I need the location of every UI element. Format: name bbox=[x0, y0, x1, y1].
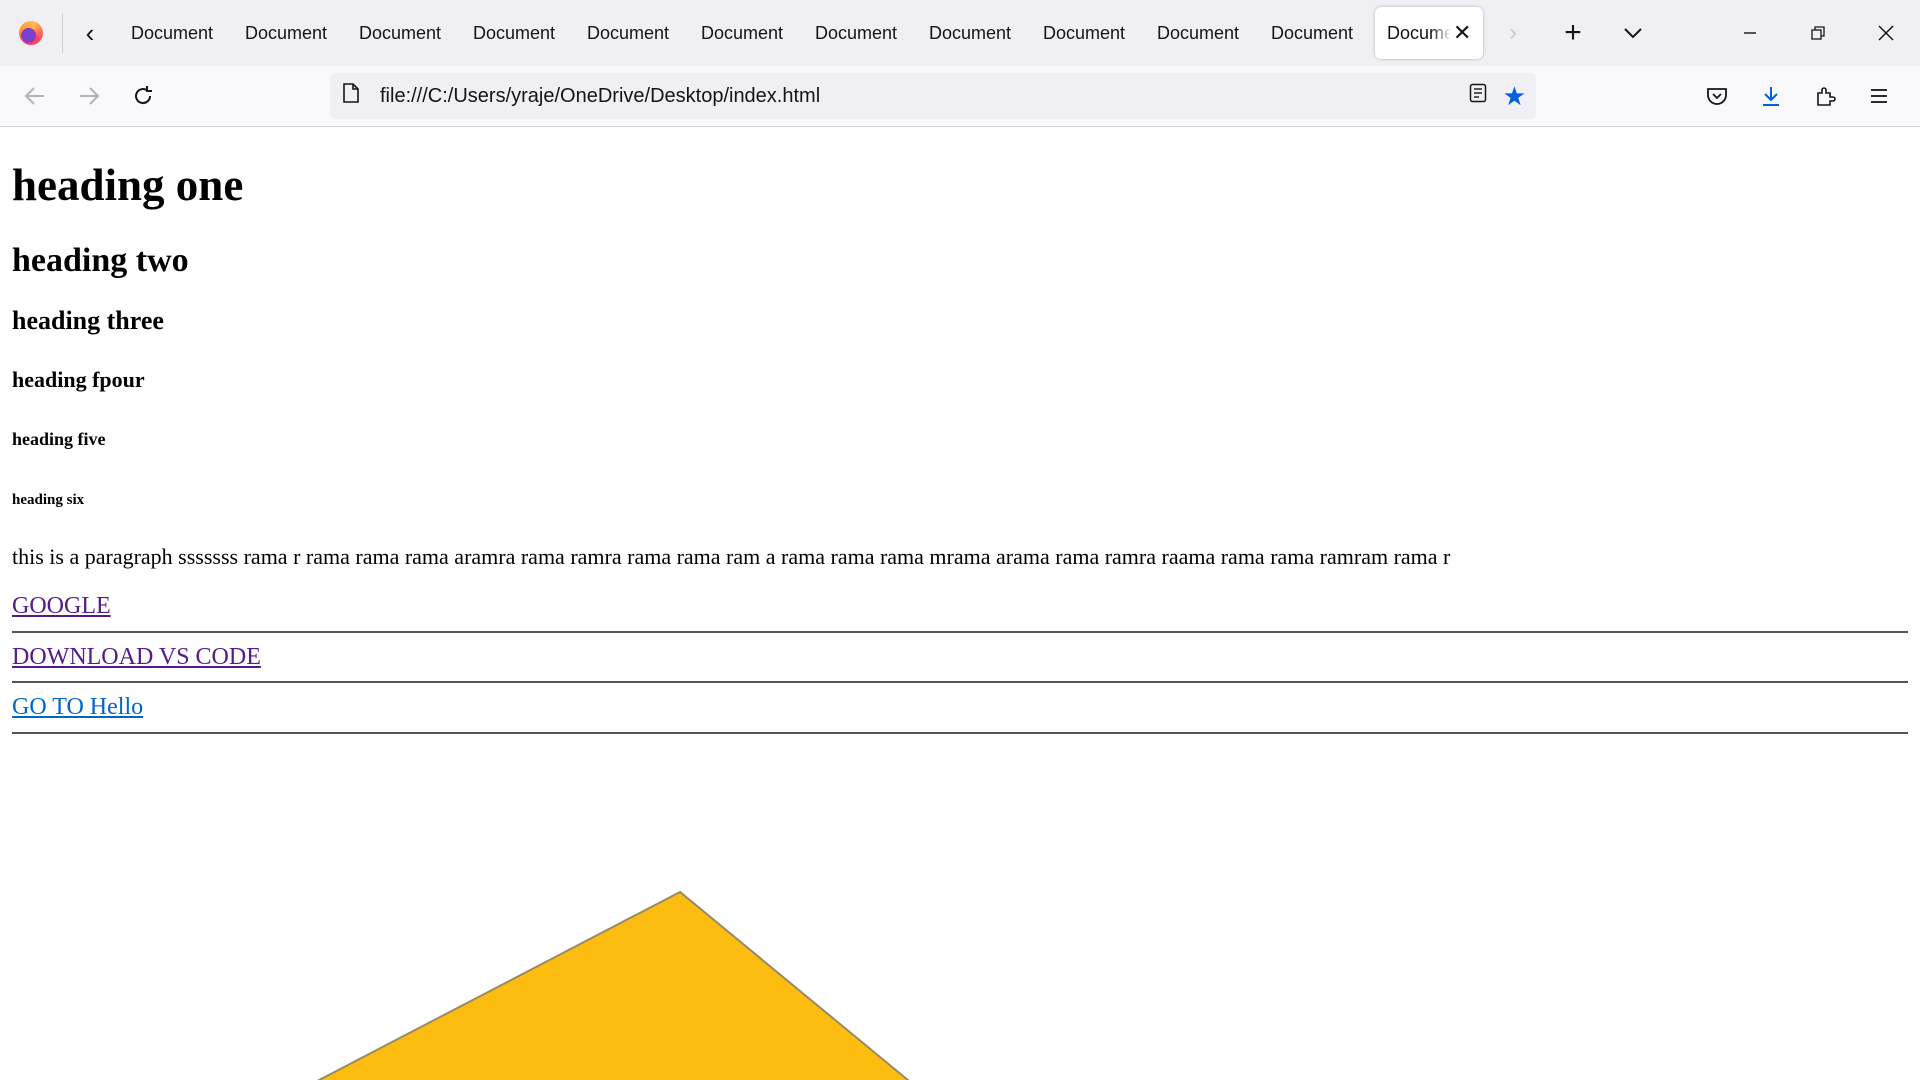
tab[interactable]: Document bbox=[231, 7, 345, 59]
divider bbox=[12, 732, 1908, 735]
page-icon bbox=[342, 83, 372, 109]
tab[interactable]: Document bbox=[687, 7, 801, 59]
close-window-button[interactable] bbox=[1852, 0, 1920, 66]
heading-one: heading one bbox=[12, 160, 244, 210]
heading-two: heading two bbox=[12, 241, 189, 279]
arrow-left-icon bbox=[24, 87, 44, 105]
minimize-button[interactable] bbox=[1716, 0, 1784, 66]
restore-button[interactable] bbox=[1784, 0, 1852, 66]
google-link[interactable]: GOOGLE bbox=[12, 593, 1908, 621]
restore-icon bbox=[1811, 26, 1825, 40]
tab[interactable]: Document bbox=[573, 7, 687, 59]
downloads-button[interactable] bbox=[1744, 66, 1798, 126]
navigation-toolbar: file:///C:/Users/yraje/OneDrive/Desktop/… bbox=[0, 66, 1920, 127]
divider bbox=[12, 630, 1908, 633]
tab-close-icon[interactable]: ✕ bbox=[1453, 20, 1471, 46]
url-text[interactable]: file:///C:/Users/yraje/OneDrive/Desktop/… bbox=[380, 85, 820, 108]
minimize-icon bbox=[1744, 32, 1756, 34]
tab[interactable]: Document bbox=[801, 7, 915, 59]
pocket-button[interactable] bbox=[1690, 66, 1744, 126]
yellow-triangle-image bbox=[317, 890, 910, 1080]
tab[interactable]: Document bbox=[345, 7, 459, 59]
reload-icon bbox=[135, 86, 152, 105]
paragraph: this is a paragraph sssssss rama r rama … bbox=[12, 543, 1451, 569]
extensions-button[interactable] bbox=[1798, 66, 1852, 126]
app-menu-button[interactable] bbox=[1852, 66, 1906, 126]
tab-title: Document bbox=[359, 22, 442, 43]
reader-view-icon[interactable] bbox=[1469, 83, 1487, 109]
tab[interactable]: Document bbox=[117, 7, 231, 59]
tab[interactable]: Document bbox=[915, 7, 1029, 59]
url-bar-actions: ★ bbox=[1469, 73, 1526, 119]
tab-title: Document bbox=[131, 22, 214, 43]
arrow-right-icon bbox=[80, 87, 100, 105]
star-icon[interactable]: ★ bbox=[1503, 81, 1526, 112]
tab[interactable]: Document bbox=[459, 7, 573, 59]
page-content: heading one heading two heading three he… bbox=[12, 128, 1908, 735]
tab[interactable]: Document bbox=[1143, 7, 1257, 59]
extensions-icon bbox=[1817, 87, 1836, 106]
firefox-logo-icon bbox=[19, 21, 43, 45]
tab-strip: ‹ Document Document Document Document Do… bbox=[0, 0, 1920, 66]
tabs-scroll-right-button[interactable]: › bbox=[1483, 0, 1543, 66]
chevron-left-icon: ‹ bbox=[85, 17, 95, 48]
toolbar-right bbox=[1690, 66, 1906, 126]
reload-button[interactable] bbox=[116, 66, 170, 126]
list-all-tabs-button[interactable] bbox=[1603, 0, 1663, 66]
tab-title: Document bbox=[929, 22, 1012, 43]
go-to-hello-link[interactable]: GO TO Hello bbox=[12, 694, 1908, 722]
chevron-down-icon bbox=[1624, 28, 1642, 39]
heading-three: heading three bbox=[12, 305, 164, 335]
chevron-right-icon: › bbox=[1509, 19, 1517, 46]
tab-title: Document bbox=[1043, 22, 1126, 43]
plus-icon: + bbox=[1564, 16, 1582, 49]
forward-button[interactable] bbox=[62, 66, 116, 126]
tab-title: Document bbox=[473, 22, 556, 43]
heading-four: heading fpour bbox=[12, 366, 145, 392]
tab-list: Document Document Document Document Docu… bbox=[117, 0, 1483, 66]
close-icon bbox=[1878, 25, 1894, 41]
firefox-logo bbox=[0, 0, 62, 66]
page-image bbox=[260, 880, 980, 1080]
tab-title: Document bbox=[701, 22, 784, 43]
new-tab-button[interactable]: + bbox=[1543, 0, 1603, 66]
tab-title: Document bbox=[245, 22, 328, 43]
tabs-scroll-left-button[interactable]: ‹ bbox=[63, 0, 117, 66]
heading-five: heading five bbox=[12, 429, 106, 450]
link-list: GOOGLE DOWNLOAD VS CODE GO TO Hello bbox=[12, 593, 1908, 735]
tab[interactable]: Document bbox=[1029, 7, 1143, 59]
window-controls bbox=[1716, 0, 1920, 66]
url-bar[interactable]: file:///C:/Users/yraje/OneDrive/Desktop/… bbox=[330, 73, 1536, 119]
tab-title: Document bbox=[815, 22, 898, 43]
heading-six: heading six bbox=[12, 491, 85, 508]
divider bbox=[12, 681, 1908, 684]
tab-title: Document bbox=[1271, 22, 1354, 43]
back-button[interactable] bbox=[8, 66, 62, 126]
tab-title: Document bbox=[1157, 22, 1240, 43]
pocket-icon bbox=[1707, 88, 1727, 105]
download-vs-code-link[interactable]: DOWNLOAD VS CODE bbox=[12, 644, 1908, 672]
hamburger-menu-icon bbox=[1871, 89, 1887, 103]
tab-title: Document bbox=[587, 22, 670, 43]
tab-active[interactable]: Document ✕ bbox=[1375, 7, 1483, 59]
tab[interactable]: Document bbox=[1257, 7, 1371, 59]
download-icon bbox=[1763, 87, 1779, 106]
tab-title: Document bbox=[1387, 22, 1451, 43]
